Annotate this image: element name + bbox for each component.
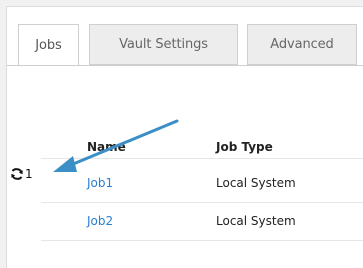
job-type-cell: Local System <box>216 214 296 228</box>
column-header-job-type[interactable]: Job Type <box>216 140 273 154</box>
tab-divider <box>7 65 363 66</box>
job-name-link[interactable]: Job1 <box>87 176 113 190</box>
jobs-panel: Jobs Vault Settings Advanced Name Job Ty… <box>6 6 363 268</box>
column-header-name[interactable]: Name <box>87 140 126 154</box>
table-row[interactable]: Job2 Local System <box>41 203 363 241</box>
table-header: Name Job Type <box>41 132 363 159</box>
sync-icon <box>11 168 23 180</box>
running-count: 1 <box>25 167 33 181</box>
tab-vault-settings[interactable]: Vault Settings <box>89 24 238 65</box>
tab-jobs-label: Jobs <box>35 37 62 53</box>
tab-jobs[interactable]: Jobs <box>18 24 79 66</box>
job-type-cell: Local System <box>216 176 296 190</box>
table-row[interactable]: Job1 Local System <box>41 165 363 203</box>
job-name-link[interactable]: Job2 <box>87 214 113 228</box>
tab-vault-settings-label: Vault Settings <box>119 37 208 52</box>
window-background: Jobs Vault Settings Advanced Name Job Ty… <box>0 0 363 268</box>
tab-advanced-label: Advanced <box>270 37 334 52</box>
tab-advanced[interactable]: Advanced <box>247 24 357 65</box>
running-status: 1 <box>11 167 33 181</box>
tab-bar: Jobs Vault Settings Advanced <box>7 7 363 73</box>
